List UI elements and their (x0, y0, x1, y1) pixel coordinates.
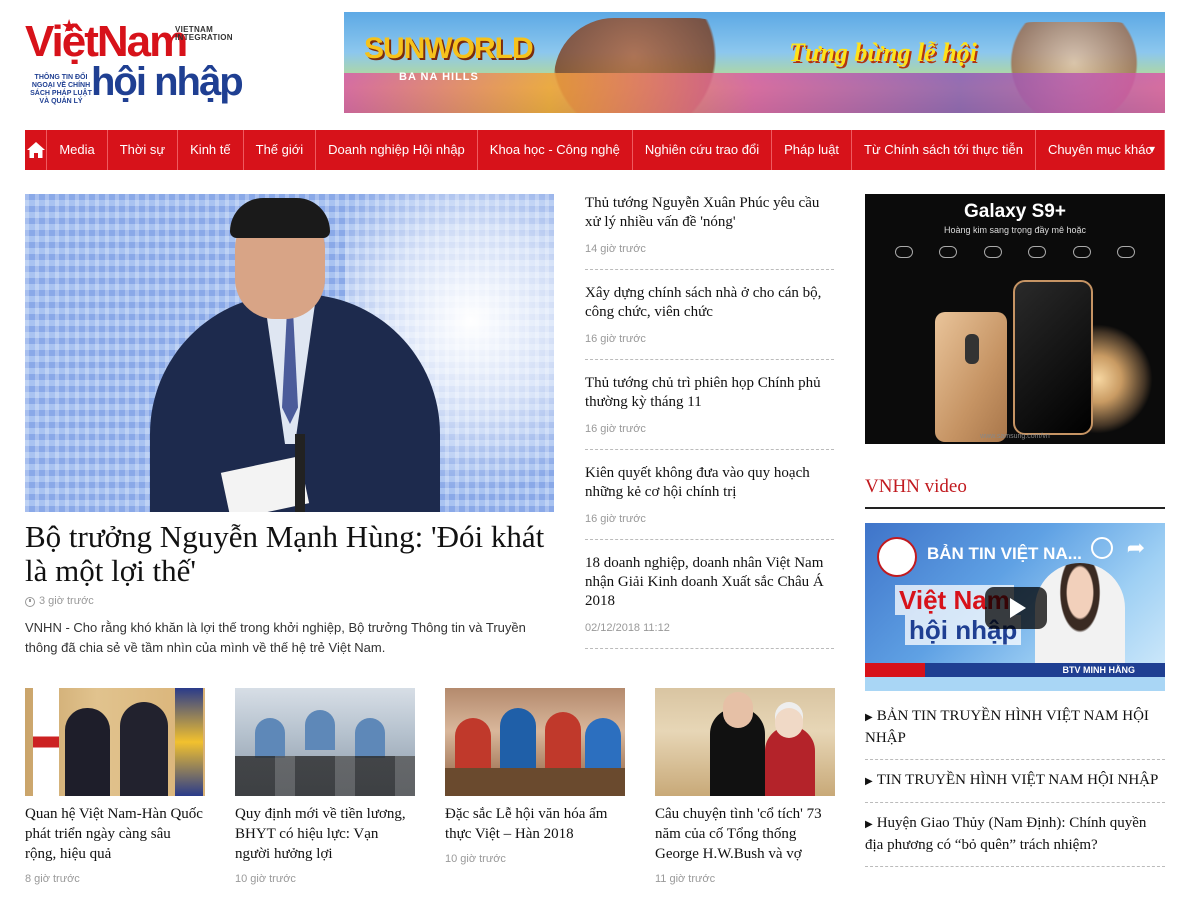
news-card-time: 11 giờ trước (655, 873, 716, 885)
play-button-icon[interactable] (985, 587, 1047, 629)
news-card-title[interactable]: Quy định mới về tiền lương, BHYT có hiệu… (235, 804, 415, 864)
list-item-time: 16 giờ trước (585, 513, 646, 525)
clock-icon (25, 596, 35, 607)
nav-item-chinh-sach[interactable]: Từ Chính sách tới thực tiễn (852, 130, 1036, 170)
list-item-title[interactable]: Thủ tướng chủ trì phiên họp Chính phủ th… (585, 374, 834, 412)
video-list-item[interactable]: ▶ TIN TRUYỀN HÌNH VIỆT NAM HỘI NHẬP (865, 770, 1165, 803)
list-item-time: 02/12/2018 11:12 (585, 622, 670, 634)
feature-icon (939, 246, 958, 258)
news-card-time: 10 giờ trước (235, 873, 296, 885)
list-item-title[interactable]: Kiên quyết không đưa vào quy hoạch những… (585, 464, 834, 502)
list-item: Xây dựng chính sách nhà ở cho cán bộ, cô… (585, 284, 834, 360)
video-list-item[interactable]: ▶ BẢN TIN TRUYỀN HÌNH VIỆT NAM HỘI NHẬP (865, 706, 1165, 760)
site-logo[interactable]: ★ ViệtNam VIETNAM INTEGRATION THÔNG TIN … (25, 16, 255, 110)
news-card-image[interactable] (445, 688, 625, 796)
list-item-time: 16 giờ trước (585, 333, 646, 345)
lower-third-bar: BTV MINH HẰNG (865, 663, 1165, 677)
nav-item-doanh-nghiep[interactable]: Doanh nghiệp Hội nhập (316, 130, 478, 170)
phone-back-image (935, 312, 1007, 442)
anchor-name: BTV MINH HẰNG (1062, 665, 1136, 675)
nav-item-media[interactable]: Media (47, 130, 108, 170)
news-card-title[interactable]: Câu chuyện tình 'cổ tích' 73 năm của cố … (655, 804, 835, 864)
feature-icon (983, 246, 1002, 258)
list-item-title[interactable]: Thủ tướng Nguyễn Xuân Phúc yêu cầu xử lý… (585, 194, 834, 232)
featured-title[interactable]: Bộ trưởng Nguyễn Mạnh Hùng: 'Đói khát là… (25, 520, 555, 588)
list-item: Thủ tướng chủ trì phiên họp Chính phủ th… (585, 374, 834, 450)
nav-item-nghien-cuu[interactable]: Nghiên cứu trao đổi (633, 130, 773, 170)
watch-later-icon[interactable] (1091, 537, 1113, 559)
news-card-time: 8 giờ trước (25, 873, 80, 885)
list-item-time: 14 giờ trước (585, 243, 646, 255)
banner-brand: SUNWORLD (364, 32, 534, 65)
nav-item-the-gioi[interactable]: Thế giới (244, 130, 317, 170)
caret-right-icon: ▶ (865, 776, 873, 787)
share-icon[interactable]: ➦ (1127, 535, 1145, 561)
caret-right-icon: ▶ (865, 819, 873, 830)
ad-subtitle: Hoàng kim sang trọng đầy mê hoặc (943, 225, 1087, 235)
nav-item-thoi-su[interactable]: Thời sự (108, 130, 179, 170)
ad-title: Galaxy S9+ (964, 201, 1066, 222)
featured-image[interactable] (25, 194, 554, 512)
banner-slogan: Tưng bừng lễ hội (789, 38, 977, 67)
ad-footer: www.samsung.com/vn (980, 433, 1050, 440)
news-card: Đặc sắc Lễ hội văn hóa ẩm thực Việt – Hà… (445, 688, 625, 865)
logo-hoi-nhap: hội nhập (91, 60, 244, 104)
home-button[interactable] (25, 130, 48, 170)
video-section-heading[interactable]: VNHN video (865, 476, 1165, 509)
video-player[interactable]: BẢN TIN VIỆT NA... ➦ Việt Nam hội nhập B… (865, 523, 1165, 691)
ad-feature-icons (895, 246, 1135, 258)
news-card-image[interactable] (655, 688, 835, 796)
list-item: 18 doanh nghiệp, doanh nhân Việt Nam nhậ… (585, 554, 834, 649)
video-list: ▶ BẢN TIN TRUYỀN HÌNH VIỆT NAM HỘI NHẬP ▶… (865, 706, 1165, 877)
main-nav: Media Thời sự Kinh tế Thế giới Doanh ngh… (25, 130, 1165, 170)
phone-front-image (1013, 280, 1093, 435)
list-item-time: 16 giờ trước (585, 423, 646, 435)
news-card-title[interactable]: Quan hệ Việt Nam-Hàn Quốc phát triển ngà… (25, 804, 205, 864)
featured-time: 3 giờ trước (25, 596, 94, 607)
top-banner-ad[interactable]: SUNWORLD BA NA HILLS Tưng bừng lễ hội (344, 12, 1165, 113)
feature-icon (1028, 246, 1047, 258)
nav-item-chuyen-muc-khac[interactable]: Chuyên mục khác (1036, 130, 1165, 170)
chevron-down-icon[interactable]: ▾ (1149, 142, 1155, 156)
channel-logo-icon (877, 537, 917, 577)
logo-viet-nam: ViệtNam (25, 17, 188, 66)
featured-description: VNHN - Cho rằng khó khăn là lợi thế tron… (25, 620, 526, 655)
news-card-title[interactable]: Đặc sắc Lễ hội văn hóa ẩm thực Việt – Hà… (445, 804, 625, 844)
logo-integration-label: VIETNAM INTEGRATION (175, 25, 233, 42)
news-card-image[interactable] (235, 688, 415, 796)
caret-right-icon: ▶ (865, 712, 873, 723)
list-item-title[interactable]: 18 doanh nghiệp, doanh nhân Việt Nam nhậ… (585, 554, 834, 611)
news-card-image[interactable] (25, 688, 205, 796)
latest-news-list: Thủ tướng Nguyễn Xuân Phúc yêu cầu xử lý… (585, 194, 834, 663)
nav-item-phap-luat[interactable]: Pháp luật (772, 130, 853, 170)
nav-item-khoa-hoc[interactable]: Khoa học - Công nghệ (478, 130, 633, 170)
news-card: Quan hệ Việt Nam-Hàn Quốc phát triển ngà… (25, 688, 205, 885)
feature-icon (1072, 246, 1091, 258)
news-card: Câu chuyện tình 'cổ tích' 73 năm của cố … (655, 688, 835, 885)
list-item-title[interactable]: Xây dựng chính sách nhà ở cho cán bộ, cô… (585, 284, 834, 322)
home-icon (26, 142, 45, 158)
list-item: Thủ tướng Nguyễn Xuân Phúc yêu cầu xử lý… (585, 194, 834, 270)
video-list-item[interactable]: ▶ Huyện Giao Thủy (Nam Định): Chính quyền… (865, 813, 1165, 867)
news-card: Quy định mới về tiền lương, BHYT có hiệu… (235, 688, 415, 885)
list-item: Kiên quyết không đưa vào quy hoạch những… (585, 464, 834, 540)
banner-location: BA NA HILLS (399, 71, 479, 83)
galaxy-s9-ad[interactable]: Galaxy S9+ Hoàng kim sang trọng đầy mê h… (865, 194, 1165, 444)
feature-icon (895, 246, 913, 258)
nav-item-kinh-te[interactable]: Kinh tế (178, 130, 244, 170)
logo-tagline: THÔNG TIN ĐỐI NGOẠI VỀ CHÍNH SÁCH PHÁP L… (30, 74, 92, 105)
video-title: BẢN TIN VIỆT NA... (927, 544, 1082, 563)
news-card-time: 10 giờ trước (445, 853, 506, 865)
feature-icon (1116, 246, 1135, 258)
